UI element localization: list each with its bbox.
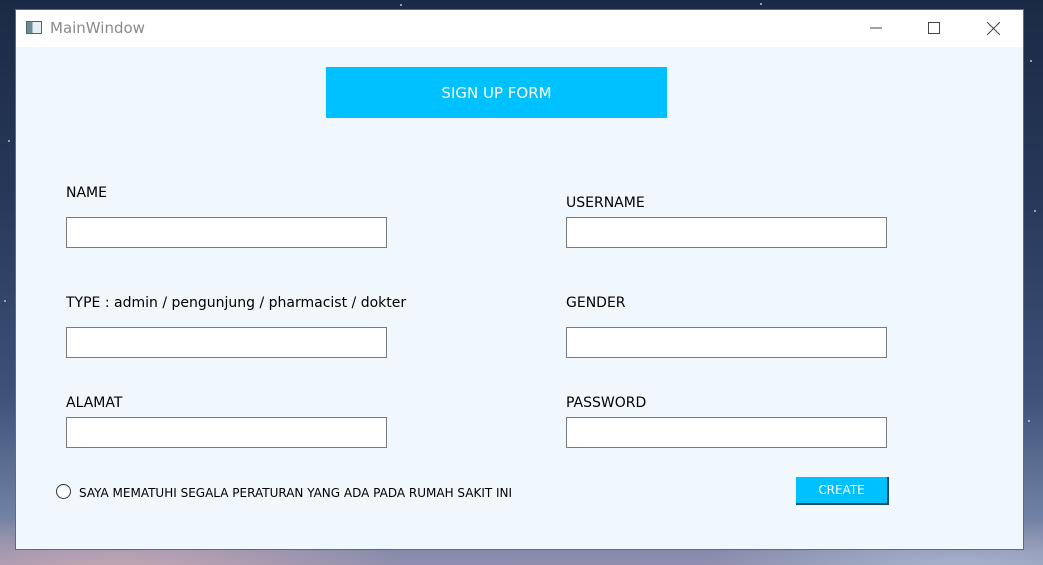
type-input[interactable] [66,327,387,358]
window-title: MainWindow [50,19,145,37]
username-input[interactable] [566,217,887,248]
star [1030,60,1032,62]
signup-form: SIGN UP FORM NAME USERNAME TYPE : admin … [16,47,1023,549]
close-button[interactable] [964,10,1022,46]
form-header: SIGN UP FORM [326,67,667,118]
maximize-icon [928,22,940,34]
star [760,3,762,5]
maximize-button[interactable] [905,10,963,46]
star [1034,210,1036,212]
agreement-label[interactable]: SAYA MEMATUHI SEGALA PERATURAN YANG ADA … [79,486,512,500]
alamat-label: ALAMAT [66,395,123,411]
close-icon [986,21,1000,35]
minimize-icon [870,27,882,29]
app-window-icon [26,21,42,34]
star [1028,420,1030,422]
star [8,140,10,142]
main-window: MainWindow SIGN UP FORM NAME USERNAME TY… [16,10,1023,549]
gender-label: GENDER [566,295,626,311]
password-input[interactable] [566,417,887,448]
minimize-button[interactable] [847,10,905,46]
star [4,300,6,302]
type-label: TYPE : admin / pengunjung / pharmacist /… [66,295,407,311]
name-input[interactable] [66,217,387,248]
create-button[interactable]: CREATE [796,477,889,505]
username-label: USERNAME [566,195,645,211]
star [400,4,402,6]
title-bar[interactable]: MainWindow [16,10,1023,47]
agreement-radio[interactable] [56,484,71,499]
alamat-input[interactable] [66,417,387,448]
name-label: NAME [66,185,107,201]
gender-input[interactable] [566,327,887,358]
password-label: PASSWORD [566,395,647,411]
